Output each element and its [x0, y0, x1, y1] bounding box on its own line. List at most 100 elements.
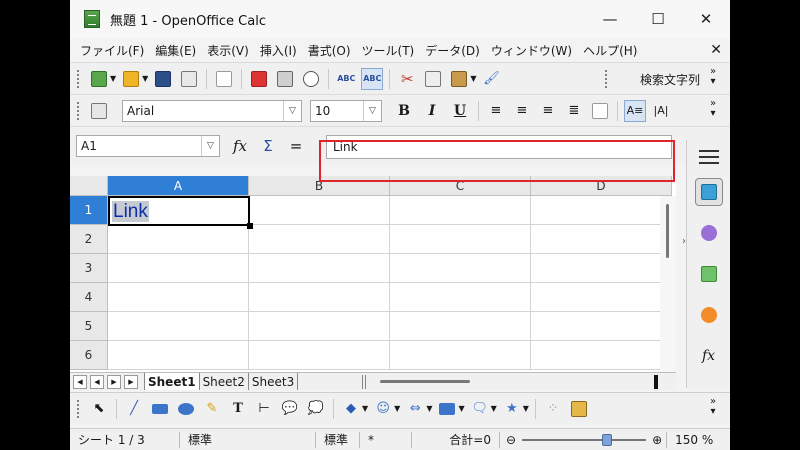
menu-view[interactable]: 表示(V) — [203, 42, 253, 59]
cell-c5[interactable] — [390, 312, 531, 341]
new-dropdown-arrow[interactable]: ▼ — [110, 74, 116, 83]
menu-format[interactable]: 書式(O) — [304, 42, 355, 59]
stars-icon[interactable]: ★ — [501, 398, 523, 420]
edit-file-icon[interactable] — [213, 68, 235, 90]
cell-b5[interactable] — [249, 312, 390, 341]
cut-icon[interactable]: ✂ — [396, 68, 418, 90]
menu-file[interactable]: ファイル(F) — [76, 42, 148, 59]
cell-c4[interactable] — [390, 283, 531, 312]
toolbar-overflow-icon[interactable]: » ▾ — [708, 99, 718, 123]
gallery-icon[interactable] — [695, 260, 723, 288]
spreadsheet-grid[interactable]: A B C D 1 2 3 4 5 6 Link — [70, 176, 676, 372]
zoom-out-icon[interactable]: ⊖ — [506, 433, 516, 447]
callouts-dropdown-arrow[interactable]: ▼ — [491, 404, 497, 413]
flowchart-icon[interactable] — [436, 398, 458, 420]
freeform-icon[interactable]: ✎ — [201, 398, 223, 420]
maximize-button[interactable]: ☐ — [634, 0, 682, 38]
toolbar-grip[interactable] — [76, 398, 80, 419]
navigator-icon[interactable] — [695, 301, 723, 329]
cell-c2[interactable] — [390, 225, 531, 254]
status-selection-mode[interactable]: 標準 — [316, 431, 360, 448]
cell-d4[interactable] — [531, 283, 672, 312]
open-icon[interactable] — [120, 68, 142, 90]
export-pdf-icon[interactable] — [248, 68, 270, 90]
cell-b2[interactable] — [249, 225, 390, 254]
cell-d1[interactable] — [531, 196, 672, 225]
name-box[interactable]: A1 ▽ — [76, 134, 220, 157]
format-paintbrush-icon[interactable]: 🖌 — [480, 68, 502, 90]
justify-icon[interactable]: ≣ — [563, 100, 585, 122]
flowchart-dropdown-arrow[interactable]: ▼ — [458, 404, 464, 413]
prev-sheet-button[interactable]: ◀ — [90, 374, 104, 389]
cell-d2[interactable] — [531, 225, 672, 254]
callout-icon[interactable]: 💬 — [279, 398, 301, 420]
toolbar-overflow-icon[interactable]: » ▾ — [708, 67, 718, 91]
font-size-combo[interactable]: 10 ▽ — [310, 99, 382, 122]
toolbar-overflow-icon[interactable]: » ▾ — [708, 397, 718, 421]
column-header-c[interactable]: C — [390, 176, 531, 196]
vertical-align-icon[interactable]: |A| — [650, 100, 672, 122]
open-dropdown-arrow[interactable]: ▼ — [142, 74, 148, 83]
row-header-6[interactable]: 6 — [70, 341, 108, 370]
close-document-icon[interactable]: ✕ — [710, 42, 722, 58]
cell-a3[interactable] — [108, 254, 249, 283]
ellipse-icon[interactable] — [175, 398, 197, 420]
fill-handle[interactable] — [247, 223, 253, 229]
cell-a2[interactable] — [108, 225, 249, 254]
row-header-1[interactable]: 1 — [70, 196, 108, 225]
status-page-style[interactable]: 標準 — [180, 431, 316, 448]
sidebar-menu-icon[interactable] — [698, 150, 719, 164]
block-arrows-dropdown-arrow[interactable]: ▼ — [426, 404, 432, 413]
copy-icon[interactable] — [422, 68, 444, 90]
active-cell-a1[interactable]: Link — [108, 196, 250, 226]
menu-window[interactable]: ウィンドウ(W) — [487, 42, 576, 59]
new-icon[interactable] — [88, 68, 110, 90]
autospellcheck-icon[interactable]: ABC — [361, 67, 384, 90]
cell-a6[interactable] — [108, 341, 249, 370]
cell-c1[interactable] — [390, 196, 531, 225]
minimize-button[interactable]: — — [586, 0, 634, 38]
points-icon[interactable]: ⁘ — [542, 398, 564, 420]
save-icon[interactable] — [152, 68, 174, 90]
underline-button[interactable]: U — [448, 100, 472, 122]
first-sheet-button[interactable]: ◀ — [73, 374, 87, 389]
paste-icon[interactable] — [448, 68, 470, 90]
cell-c6[interactable] — [390, 341, 531, 370]
function-icon[interactable]: = — [282, 134, 310, 158]
last-sheet-button[interactable]: ▶ — [124, 374, 138, 389]
close-button[interactable]: ✕ — [682, 0, 730, 38]
select-pointer-icon[interactable]: ⬉ — [88, 398, 110, 420]
basic-shapes-dropdown-arrow[interactable]: ▼ — [362, 404, 368, 413]
menu-tools[interactable]: ツール(T) — [358, 42, 419, 59]
menu-data[interactable]: データ(D) — [421, 42, 484, 59]
line-icon[interactable]: ╱ — [123, 398, 145, 420]
tab-scroll-splitter[interactable] — [362, 374, 367, 389]
align-right-icon[interactable]: ≡ — [537, 100, 559, 122]
chevron-down-icon[interactable]: ▽ — [283, 100, 301, 121]
merge-cells-icon[interactable] — [589, 100, 611, 122]
cell-c3[interactable] — [390, 254, 531, 283]
menu-edit[interactable]: 編集(E) — [151, 42, 200, 59]
paste-dropdown-arrow[interactable]: ▼ — [470, 74, 476, 83]
select-all-corner[interactable] — [70, 176, 108, 196]
stars-dropdown-arrow[interactable]: ▼ — [523, 404, 529, 413]
bold-button[interactable]: B — [392, 100, 416, 122]
rectangle-icon[interactable] — [149, 398, 171, 420]
basic-shapes-icon[interactable]: ◆ — [340, 398, 362, 420]
cell-a4[interactable] — [108, 283, 249, 312]
status-sum[interactable]: 合計=0 — [412, 431, 500, 448]
find-toolbar-grip[interactable] — [604, 69, 608, 89]
cell-d5[interactable] — [531, 312, 672, 341]
vertical-scrollbar[interactable] — [660, 196, 676, 372]
column-header-b[interactable]: B — [249, 176, 390, 196]
align-center-icon[interactable]: ≡ — [511, 100, 533, 122]
function-wizard-icon[interactable]: fx — [226, 134, 254, 158]
text-icon[interactable]: T — [227, 398, 249, 420]
toolbar-grip[interactable] — [76, 68, 80, 89]
fontwork-icon[interactable] — [568, 398, 590, 420]
next-sheet-button[interactable]: ▶ — [107, 374, 121, 389]
horizontal-scroll-thumb[interactable] — [380, 380, 471, 383]
block-arrows-icon[interactable]: ⇔ — [404, 398, 426, 420]
menu-insert[interactable]: 挿入(I) — [256, 42, 301, 59]
chevron-down-icon[interactable]: ▽ — [363, 100, 381, 121]
